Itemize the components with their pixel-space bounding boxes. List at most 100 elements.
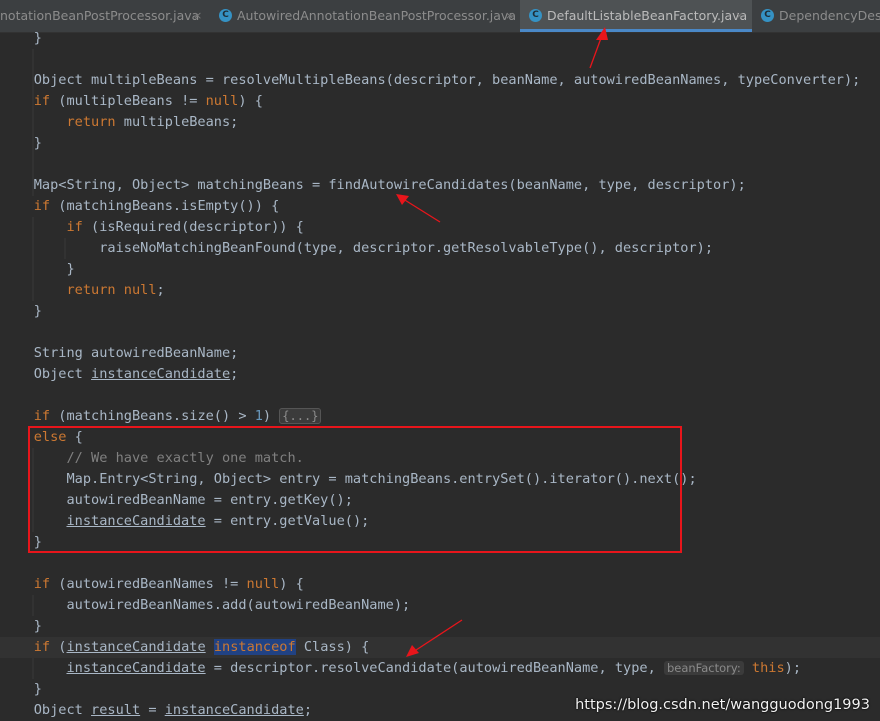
class-file-icon: C bbox=[761, 9, 774, 22]
code-line: if (multipleBeans != null) { bbox=[0, 91, 880, 112]
keyword-token: if bbox=[66, 219, 83, 235]
code-line: String autowiredBeanName; bbox=[0, 343, 880, 364]
keyword-token: if bbox=[33, 198, 51, 214]
code-token: (matchingBeans.isEmpty()) { bbox=[50, 198, 280, 214]
keyword-token: instanceof bbox=[213, 639, 296, 655]
code-token: ; bbox=[230, 366, 239, 382]
watermark-text: https://blog.csdn.net/wangguodong1993 bbox=[575, 697, 870, 713]
keyword-token: if bbox=[33, 408, 51, 424]
code-line: if (matchingBeans.size() > 1) {...} bbox=[0, 406, 880, 427]
code-token: String autowiredBeanName; bbox=[1, 345, 239, 361]
code-line: raiseNoMatchingBeanFound(type, descripto… bbox=[0, 238, 880, 259]
code-line: autowiredBeanNames.add(autowiredBeanName… bbox=[0, 595, 880, 616]
code-token: (autowiredBeanNames != bbox=[50, 576, 247, 592]
code-line: } bbox=[0, 133, 880, 154]
code-token: (isRequired(descriptor)) { bbox=[82, 219, 304, 235]
code-token: autowiredBeanName = entry.getKey(); bbox=[1, 492, 353, 508]
code-token: } bbox=[1, 261, 75, 277]
keyword-token: if bbox=[33, 639, 51, 655]
class-file-icon: C bbox=[529, 9, 542, 22]
keyword-token: if bbox=[33, 576, 51, 592]
code-line: } bbox=[0, 28, 880, 49]
code-token: ) bbox=[262, 408, 280, 424]
code-line: } bbox=[0, 532, 880, 553]
code-token: ( bbox=[50, 639, 67, 655]
code-line: } bbox=[0, 259, 880, 280]
code-token: Object bbox=[1, 702, 92, 718]
code-token: } bbox=[1, 135, 42, 151]
class-file-icon: C bbox=[219, 9, 232, 22]
code-line: Map.Entry<String, Object> entry = matchi… bbox=[0, 469, 880, 490]
code-token: Map.Entry<String, Object> entry = matchi… bbox=[1, 471, 697, 487]
code-token: = entry.getValue(); bbox=[205, 513, 370, 529]
code-token: Map<String, Object> matchingBeans = find… bbox=[1, 177, 746, 193]
code-token: } bbox=[1, 30, 42, 46]
code-token: ) { bbox=[279, 576, 304, 592]
keyword-token: null bbox=[205, 93, 239, 109]
code-line: // We have exactly one match. bbox=[0, 448, 880, 469]
code-token: } bbox=[1, 303, 42, 319]
code-line: } bbox=[0, 301, 880, 322]
code-token: } bbox=[1, 618, 42, 634]
field-reference: instanceCandidate bbox=[164, 702, 304, 718]
code-line: if (instanceCandidate instanceof Class) … bbox=[0, 637, 880, 658]
code-token: (multipleBeans != bbox=[50, 93, 206, 109]
keyword-token: else bbox=[33, 429, 67, 445]
code-token: ; bbox=[156, 282, 165, 298]
code-line: instanceCandidate = descriptor.resolveCa… bbox=[0, 658, 880, 679]
code-line: Map<String, Object> matchingBeans = find… bbox=[0, 175, 880, 196]
code-line: if (autowiredBeanNames != null) { bbox=[0, 574, 880, 595]
code-token: Class) { bbox=[295, 639, 370, 655]
field-reference: instanceCandidate bbox=[66, 639, 206, 655]
field-reference: instanceCandidate bbox=[66, 660, 206, 676]
code-token: autowiredBeanNames.add(autowiredBeanName… bbox=[1, 597, 411, 613]
field-reference: instanceCandidate bbox=[91, 366, 231, 382]
code-editor[interactable]: } Object multipleBeans = resolveMultiple… bbox=[0, 30, 880, 721]
code-line: Object instanceCandidate; bbox=[0, 364, 880, 385]
field-reference: instanceCandidate bbox=[66, 513, 206, 529]
code-line: if (matchingBeans.isEmpty()) { bbox=[0, 196, 880, 217]
code-token: { bbox=[66, 429, 83, 445]
code-token: } bbox=[1, 681, 42, 697]
code-line: autowiredBeanName = entry.getKey(); bbox=[0, 490, 880, 511]
code-token: ) { bbox=[238, 93, 263, 109]
field-reference: result bbox=[91, 702, 141, 718]
code-token: multipleBeans; bbox=[115, 114, 239, 130]
code-line: return multipleBeans; bbox=[0, 112, 880, 133]
keyword-token: return bbox=[66, 114, 116, 130]
code-token: Object bbox=[1, 366, 92, 382]
folded-code-region[interactable]: {...} bbox=[279, 408, 322, 424]
code-token: ); bbox=[784, 660, 802, 676]
code-line: else { bbox=[0, 427, 880, 448]
keyword-token: null bbox=[246, 576, 280, 592]
code-line: Object multipleBeans = resolveMultipleBe… bbox=[0, 70, 880, 91]
code-token: (matchingBeans.size() > bbox=[50, 408, 255, 424]
parameter-hint: beanFactory: bbox=[663, 661, 744, 675]
code-token: = bbox=[140, 702, 165, 718]
number-token: 1 bbox=[254, 408, 263, 424]
code-token: = descriptor.resolveCandidate(autowiredB… bbox=[205, 660, 664, 676]
code-token: } bbox=[1, 534, 42, 550]
keyword-token: return bbox=[66, 282, 116, 298]
code-token: ; bbox=[303, 702, 313, 718]
keyword-token: null bbox=[123, 282, 157, 298]
keyword-token: if bbox=[33, 93, 51, 109]
code-line: instanceCandidate = entry.getValue(); bbox=[0, 511, 880, 532]
keyword-token: this bbox=[751, 660, 785, 676]
code-line: } bbox=[0, 616, 880, 637]
